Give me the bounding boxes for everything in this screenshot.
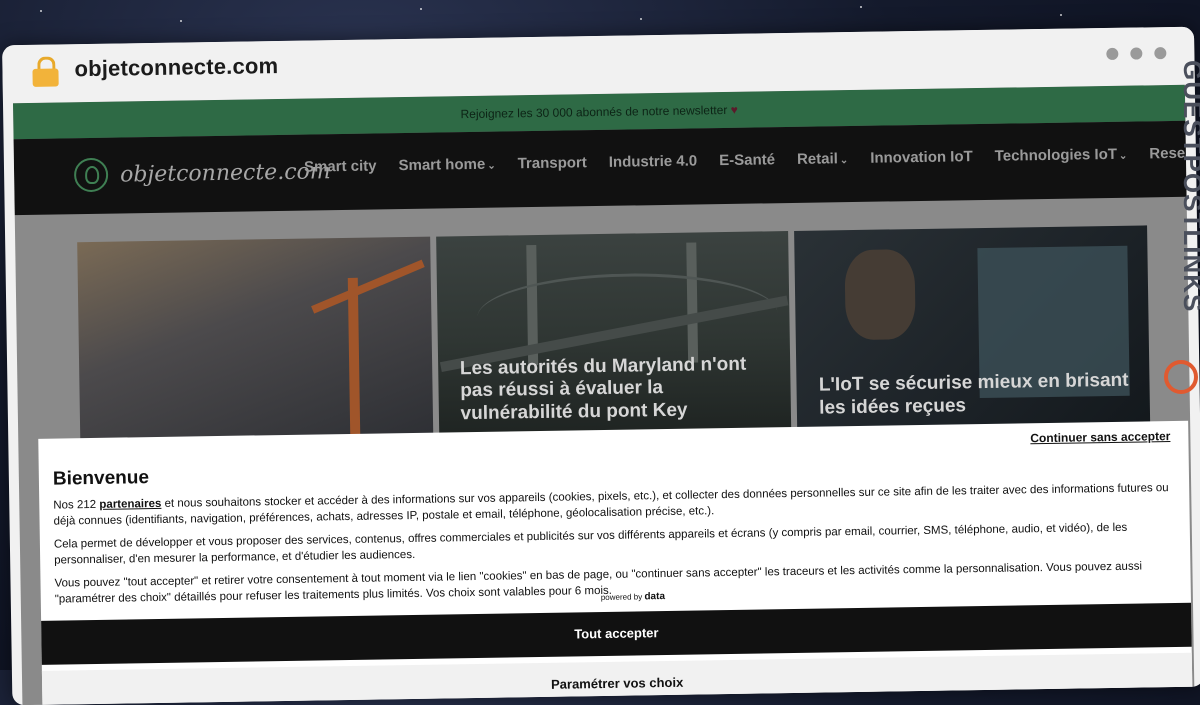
partners-link[interactable]: partenaires: [99, 498, 161, 511]
browser-window: objetconnecte.com Rejoignez les 30 000 a…: [2, 26, 1200, 705]
dot-icon[interactable]: [1106, 47, 1119, 61]
article-card[interactable]: Les autorités du Maryland n'ont pas réus…: [435, 231, 792, 447]
menu-item-smart-city[interactable]: Smart city: [304, 157, 377, 175]
menu-item-industrie[interactable]: Industrie 4.0: [609, 152, 698, 170]
logo-text: objetconnecte.com: [119, 158, 331, 188]
window-controls[interactable]: [1106, 47, 1167, 61]
consent-text: et nous souhaitons stocker et accéder à …: [53, 482, 1169, 528]
article-title[interactable]: L'IoT se sécurise mieux en brisant les i…: [819, 370, 1130, 420]
crane-graphic: [347, 277, 361, 448]
guestpostlinks-watermark: GUESTPOSTLINKS: [1160, 60, 1200, 394]
site-logo[interactable]: objetconnecte.com: [73, 154, 331, 193]
lock-icon: [32, 56, 59, 87]
newsletter-text[interactable]: Rejoignez les 30 000 abonnés de notre ne…: [460, 103, 727, 121]
continue-without-accepting-link[interactable]: Continuer sans accepter: [1030, 429, 1170, 445]
menu-item-retail[interactable]: Retail ⌄: [797, 150, 849, 168]
article-title[interactable]: [102, 427, 413, 432]
link-icon: [1164, 360, 1198, 394]
heart-icon: ♥: [730, 102, 738, 117]
chevron-down-icon: ⌄: [1118, 150, 1128, 162]
watermark-text: GUESTPOSTLINKS: [1178, 60, 1200, 313]
menu: Smart city Smart home ⌄ Transport Industr…: [304, 144, 1194, 175]
address-bar-url[interactable]: objetconnecte.com: [74, 53, 278, 82]
menu-item-transport[interactable]: Transport: [518, 154, 587, 172]
article-card[interactable]: [77, 236, 434, 453]
menu-item-technologies-iot[interactable]: Technologies IoT ⌄: [995, 146, 1128, 165]
dot-icon[interactable]: [1130, 47, 1143, 60]
dot-icon[interactable]: [1154, 47, 1167, 60]
powered-by-brand: data: [644, 591, 666, 603]
article-card[interactable]: L'IoT se sécurise mieux en brisant les i…: [794, 225, 1151, 441]
chevron-down-icon: ⌄: [839, 155, 849, 167]
menu-item-smart-home[interactable]: Smart home ⌄: [398, 156, 496, 174]
person-graphic: [844, 249, 917, 341]
featured-articles: Les autorités du Maryland n'ont pas réus…: [77, 225, 1151, 453]
chevron-down-icon: ⌄: [487, 160, 496, 172]
consent-text: Nos 212: [53, 498, 97, 512]
menu-item-innovation-iot[interactable]: Innovation IoT: [870, 148, 973, 167]
consent-title: Bienvenue: [52, 467, 150, 490]
page-viewport: Rejoignez les 30 000 abonnés de notre ne…: [12, 84, 1195, 705]
powered-by-label: powered by: [600, 592, 643, 603]
menu-item-e-sante[interactable]: E-Santé: [719, 151, 775, 169]
cookie-consent-dialog: Continuer sans accepter Bienvenue Nos 21…: [38, 420, 1193, 705]
lightbulb-icon: [73, 157, 109, 193]
article-title[interactable]: Les autorités du Maryland n'ont pas réus…: [460, 353, 772, 426]
powered-by: powered by data: [601, 591, 665, 603]
crane-arm-graphic: [311, 259, 425, 314]
